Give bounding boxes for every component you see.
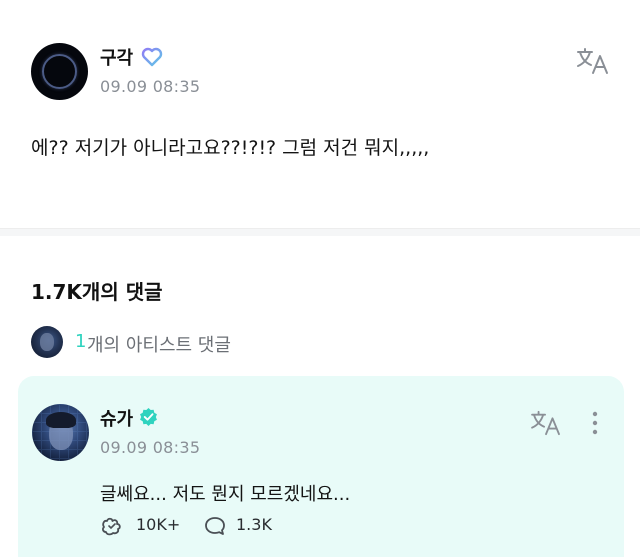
avatar-ring [42, 54, 77, 89]
avatar-hair [46, 412, 76, 428]
section-divider [0, 228, 640, 236]
post-body-text: 에?? 저기가 아니라고요??!?!? 그럼 저건 뭐지,,,,, [31, 137, 430, 159]
artist-comment-count: 1 [75, 331, 87, 352]
heart-outline-icon [141, 47, 163, 67]
post-author-name[interactable]: 구각 [100, 44, 133, 70]
comments-count-title: 1.7K개의 댓글 [31, 280, 163, 304]
more-options-icon[interactable] [590, 410, 600, 436]
translate-icon[interactable] [576, 47, 610, 75]
like-count: 10K+ [136, 515, 181, 534]
artist-comment-label: 개의 아티스트 댓글 [87, 335, 231, 356]
translate-icon[interactable] [530, 410, 562, 436]
artist-avatar-thumbnail [31, 326, 63, 358]
reply-count: 1.3K [236, 515, 272, 534]
post-timestamp: 09.09 08:35 [100, 77, 201, 96]
artist-comment-card[interactable]: 슈가 09.09 08:35 글쎄요... 저도 뭔지 모르겠네요... 10K… [18, 376, 624, 557]
post: 구각 09.09 08:35 에?? 저기가 아니라고요??!?!? 그럼 저건… [0, 0, 640, 228]
avatar-face [40, 333, 54, 351]
comment-actions: 10K+ 1.3K [100, 513, 400, 539]
post-author-avatar[interactable] [31, 43, 88, 100]
artist-comments-link[interactable]: 1 개의 아티스트 댓글 [31, 326, 331, 358]
comment-timestamp: 09.09 08:35 [100, 438, 201, 457]
verified-check-icon [140, 407, 157, 426]
comment-author-avatar[interactable] [32, 404, 89, 461]
comment-body-text: 글쎄요... 저도 뭔지 모르겠네요... [100, 484, 351, 505]
comment-author-name[interactable]: 슈가 [100, 405, 133, 431]
like-icon[interactable] [100, 515, 124, 537]
reply-bubble-icon[interactable] [204, 516, 226, 536]
